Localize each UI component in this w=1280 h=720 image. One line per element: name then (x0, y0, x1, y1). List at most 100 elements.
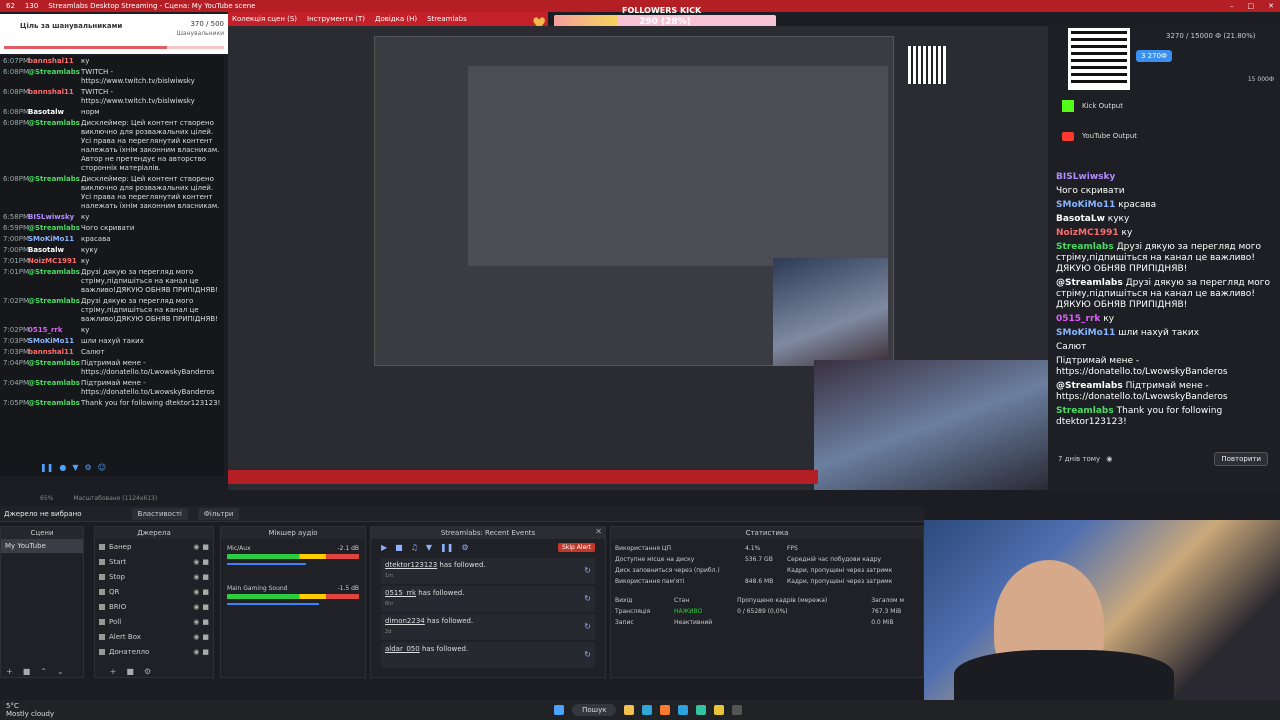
overlay-message: Streamlabs Thank you for following dtekt… (1056, 406, 1276, 428)
menu-help[interactable]: Довідка (H) (375, 15, 417, 23)
stream-preview[interactable] (228, 26, 1048, 490)
trash-icon[interactable]: ■ (395, 543, 403, 552)
move-down-icon[interactable]: ⌄ (57, 667, 64, 676)
chat-username[interactable]: @Streamlabs (28, 119, 80, 173)
source-item[interactable]: Банер ◉ ■ (95, 539, 213, 554)
firefox-icon[interactable] (660, 705, 671, 715)
streamlabs-icon[interactable] (696, 705, 707, 715)
chat-username[interactable]: SMoKiMo11 (28, 337, 78, 346)
file-explorer-icon[interactable] (624, 705, 635, 715)
minimize-icon[interactable]: – (1230, 2, 1234, 10)
start-icon[interactable] (554, 705, 565, 715)
eye-icon[interactable]: ◉ (193, 588, 199, 596)
chat-username[interactable]: @Streamlabs (28, 297, 80, 324)
obs-icon[interactable] (732, 705, 743, 715)
chat-username[interactable]: bannshal11 (28, 57, 78, 66)
repeat-icon[interactable]: ↻ (584, 622, 591, 631)
eye-icon[interactable]: ◉ (1106, 455, 1112, 463)
source-item[interactable]: QR ◉ ■ (95, 584, 213, 599)
lock-icon[interactable]: ■ (202, 573, 209, 581)
chat-username[interactable]: bannshal11 (28, 348, 78, 357)
source-item[interactable]: Poll ◉ ■ (95, 614, 213, 629)
chat-username[interactable]: @Streamlabs (28, 268, 80, 295)
lock-icon[interactable]: ■ (202, 603, 209, 611)
add-source-icon[interactable]: + (110, 667, 117, 676)
maximize-icon[interactable]: □ (1248, 2, 1255, 10)
close-icon[interactable]: ✕ (1268, 2, 1274, 10)
chat-username[interactable]: Basotalw (28, 246, 78, 255)
filters-button[interactable]: Фільтри (197, 507, 240, 520)
lock-icon[interactable]: ■ (202, 543, 209, 551)
eye-icon[interactable]: ◉ (193, 603, 199, 611)
chat-username[interactable]: Basotalw (28, 108, 78, 117)
remove-source-icon[interactable]: ■ (126, 667, 134, 676)
eye-icon[interactable]: ◉ (193, 558, 199, 566)
weather-widget[interactable]: 5°C Mostly cloudy (0, 702, 54, 718)
add-scene-icon[interactable]: + (6, 667, 13, 676)
event-user[interactable]: aldar_050 (385, 645, 420, 653)
chat-username[interactable]: SMoKiMo11 (28, 235, 78, 244)
chat-username[interactable]: @Streamlabs (28, 379, 80, 397)
chat-time: 7:01PM (3, 257, 29, 265)
source-item[interactable]: Stop ◉ ■ (95, 569, 213, 584)
lock-icon[interactable]: ■ (202, 588, 209, 596)
filter-icon[interactable]: ▼ (72, 463, 78, 472)
move-up-icon[interactable]: ⌃ (40, 667, 47, 676)
repeat-icon[interactable]: ↻ (584, 594, 591, 603)
chat-message: 7:01PM NoizMC1991 ку (0, 256, 224, 267)
chat-username[interactable]: 0515_rrk (28, 326, 78, 335)
edge-icon[interactable] (642, 705, 653, 715)
event-user[interactable]: dimon2234 (385, 617, 425, 625)
settings-icon[interactable]: ⚙ (85, 463, 92, 472)
source-item[interactable]: Alert Box ◉ ■ (95, 629, 213, 644)
play-icon[interactable]: ▶ (381, 543, 387, 552)
eye-icon[interactable]: ◉ (193, 618, 199, 626)
settings-icon[interactable]: ⚙ (461, 543, 468, 552)
eye-icon[interactable]: ◉ (193, 633, 199, 641)
lock-icon[interactable]: ■ (202, 618, 209, 626)
menu-streamlabs[interactable]: Streamlabs (427, 15, 467, 23)
scene-item-my-youtube[interactable]: My YouTube (1, 539, 83, 553)
chrome-icon[interactable] (714, 705, 725, 715)
chat-username[interactable]: NoizMC1991 (28, 257, 78, 266)
chat-username[interactable]: @Streamlabs (28, 399, 80, 408)
menu-scene-collection[interactable]: Колекція сцен (S) (232, 15, 297, 23)
mixer-title: Мікшер аудіо (221, 527, 365, 539)
chat-username[interactable]: @Streamlabs (28, 359, 80, 377)
lock-icon[interactable]: ■ (202, 648, 209, 656)
emote-icon[interactable]: ☺ (98, 463, 106, 472)
eye-icon[interactable]: ◉ (193, 543, 199, 551)
lock-icon[interactable]: ■ (202, 633, 209, 641)
skip-alert-button[interactable]: Skip Alert (558, 543, 595, 552)
chat-username[interactable]: BISLwiwsky (28, 213, 78, 222)
eye-icon[interactable]: ◉ (193, 573, 199, 581)
repeat-icon[interactable]: ↻ (584, 650, 591, 659)
chat-icon[interactable]: ● (59, 463, 66, 472)
event-user[interactable]: dtektor123123 (385, 561, 437, 569)
repeat-icon[interactable]: ↻ (584, 566, 591, 575)
source-item[interactable]: BRIO ◉ ■ (95, 599, 213, 614)
telegram-icon[interactable] (678, 705, 689, 715)
close-icon[interactable]: ✕ (595, 527, 602, 536)
event-user[interactable]: 0515_rrk (385, 589, 416, 597)
chat-username[interactable]: @Streamlabs (28, 175, 80, 211)
chat-username[interactable]: bannshal11 (28, 88, 78, 106)
chat-time: 7:03PM (3, 337, 29, 345)
stats-title: Статистика (611, 527, 923, 539)
source-item[interactable]: Start ◉ ■ (95, 554, 213, 569)
volume-icon[interactable]: ♫ (411, 543, 418, 552)
chat-username[interactable]: @Streamlabs (28, 224, 80, 233)
filter-icon[interactable]: ▼ (426, 543, 432, 552)
pause-icon[interactable]: ❚❚ (40, 463, 53, 472)
source-item[interactable]: Донателло ◉ ■ (95, 644, 213, 659)
menu-tools[interactable]: Інструменти (T) (307, 15, 365, 23)
source-settings-icon[interactable]: ⚙ (144, 667, 151, 676)
pause-icon[interactable]: ❚❚ (440, 543, 453, 552)
lock-icon[interactable]: ■ (202, 558, 209, 566)
eye-icon[interactable]: ◉ (193, 648, 199, 656)
search-box[interactable]: Пошук (572, 704, 617, 716)
properties-button[interactable]: Властивості (131, 507, 188, 520)
chat-username[interactable]: @Streamlabs (28, 68, 80, 86)
retry-button[interactable]: Повторити (1214, 452, 1268, 466)
remove-scene-icon[interactable]: ■ (23, 667, 31, 676)
